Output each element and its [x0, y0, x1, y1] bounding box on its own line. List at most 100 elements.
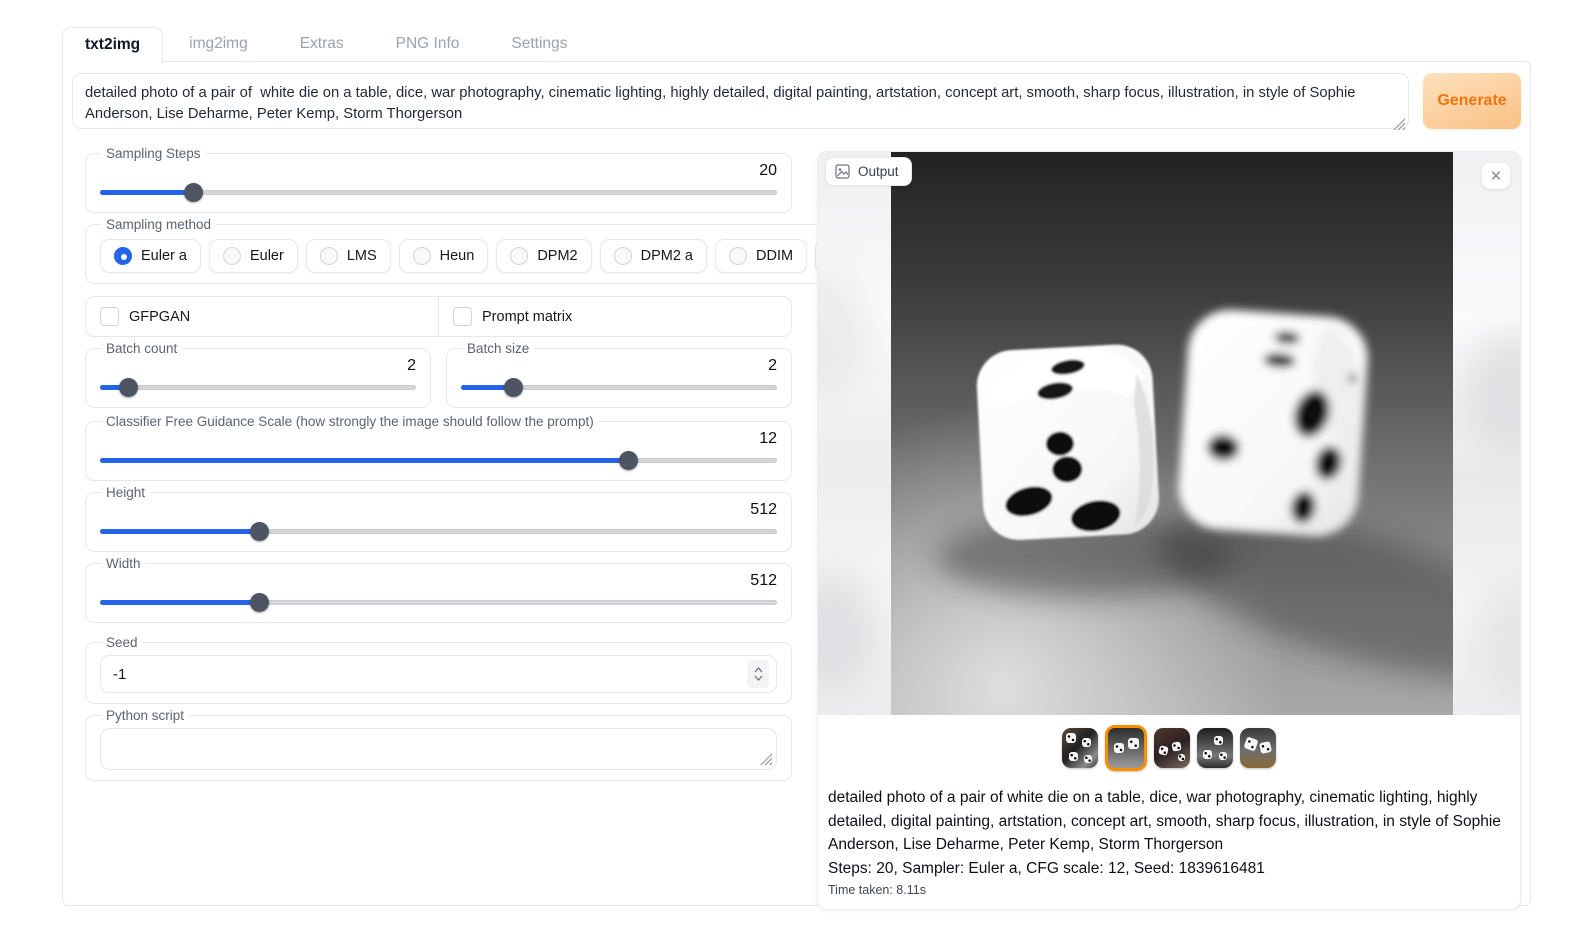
sampling-steps-slider[interactable] — [100, 182, 777, 202]
slider-thumb[interactable] — [504, 378, 523, 397]
seed-input[interactable]: -1 — [100, 655, 777, 693]
batch-size-group: Batch size 2 — [446, 341, 792, 408]
thumbnail-strip — [818, 723, 1520, 773]
resize-handle-icon[interactable] — [760, 753, 772, 765]
gfpgan-label: GFPGAN — [129, 309, 190, 325]
width-value: 512 — [100, 571, 777, 591]
prompt-input[interactable]: detailed photo of a pair of white die on… — [72, 73, 1409, 129]
radio-label: DPM2 a — [641, 248, 693, 264]
sampling-method-options: Euler a Euler LMS Heun — [100, 239, 910, 273]
prompt-matrix-label: Prompt matrix — [482, 309, 572, 325]
width-group: Width 512 — [85, 556, 792, 623]
tab-img2img[interactable]: img2img — [163, 27, 274, 61]
radio-label: LMS — [347, 248, 377, 264]
radio-label: DDIM — [756, 248, 793, 264]
height-value: 512 — [100, 500, 777, 520]
radio-circle-icon — [114, 247, 132, 265]
chevron-down-icon — [754, 675, 763, 681]
batch-count-label: Batch count — [101, 341, 182, 356]
seed-group: Seed -1 — [85, 635, 792, 704]
gallery-thumbnail-5[interactable] — [1240, 728, 1276, 768]
prompt-matrix-checkbox[interactable] — [453, 307, 472, 326]
prompt-box: detailed photo of a pair of white die on… — [72, 73, 1409, 134]
caption-text: detailed photo of a pair of white die on… — [828, 786, 1510, 857]
slider-fill — [100, 529, 259, 534]
radio-euler[interactable]: Euler — [209, 239, 298, 273]
generated-image[interactable] — [891, 152, 1453, 715]
radio-label: DPM2 — [537, 248, 577, 264]
seed-value: -1 — [113, 666, 126, 683]
image-icon — [835, 164, 850, 179]
tab-png-info[interactable]: PNG Info — [370, 27, 486, 61]
time-taken: Time taken: 8.11s — [828, 883, 1510, 897]
settings-column: Sampling Steps 20 Sampling method Euler … — [85, 146, 792, 785]
radio-euler-a[interactable]: Euler a — [100, 239, 201, 273]
output-card: Output ✕ — [817, 151, 1521, 910]
gallery-left-padding — [818, 152, 891, 715]
tab-extras[interactable]: Extras — [274, 27, 370, 61]
width-slider[interactable] — [100, 592, 777, 612]
gfpgan-checkbox-row[interactable]: GFPGAN — [86, 297, 438, 336]
chevron-up-icon — [754, 667, 763, 673]
slider-thumb[interactable] — [119, 378, 138, 397]
sd-webui-app: txt2img img2img Extras PNG Info Settings… — [62, 25, 1531, 906]
gallery-thumbnail-1[interactable] — [1062, 728, 1098, 768]
prompt-matrix-checkbox-row[interactable]: Prompt matrix — [438, 297, 791, 336]
python-script-label: Python script — [101, 708, 189, 723]
gallery-thumbnail-4[interactable] — [1197, 728, 1233, 768]
radio-label: Euler — [250, 248, 284, 264]
height-slider[interactable] — [100, 521, 777, 541]
python-script-input[interactable] — [100, 728, 777, 770]
gallery-right-padding — [1448, 152, 1520, 715]
batch-size-slider[interactable] — [461, 377, 777, 397]
batch-size-value: 2 — [461, 356, 777, 376]
prompt-row: detailed photo of a pair of white die on… — [72, 73, 1521, 134]
height-group: Height 512 — [85, 485, 792, 552]
generation-details: detailed photo of a pair of white die on… — [818, 773, 1520, 897]
slider-fill — [100, 600, 259, 605]
output-chip: Output — [825, 157, 912, 186]
gallery-thumbnail-3[interactable] — [1154, 728, 1190, 768]
radio-dpm2[interactable]: DPM2 — [496, 239, 591, 273]
cfg-scale-value: 12 — [100, 429, 777, 449]
radio-label: Heun — [440, 248, 475, 264]
generate-button[interactable]: Generate — [1423, 73, 1521, 129]
gallery-thumbnail-2-selected[interactable] — [1105, 725, 1147, 771]
radio-circle-icon — [614, 247, 632, 265]
batch-count-group: Batch count 2 — [85, 341, 431, 408]
slider-thumb[interactable] — [619, 451, 638, 470]
radio-lms[interactable]: LMS — [306, 239, 391, 273]
slider-thumb[interactable] — [250, 522, 269, 541]
slider-thumb[interactable] — [250, 593, 269, 612]
output-chip-label: Output — [858, 164, 899, 179]
width-label: Width — [101, 556, 146, 571]
gfpgan-checkbox[interactable] — [100, 307, 119, 326]
output-gallery: Output ✕ — [818, 152, 1520, 715]
python-script-group: Python script — [85, 708, 792, 781]
tab-settings[interactable]: Settings — [485, 27, 593, 61]
radio-ddim[interactable]: DDIM — [715, 239, 807, 273]
sampling-steps-group: Sampling Steps 20 — [85, 146, 792, 213]
batch-count-slider[interactable] — [100, 377, 416, 397]
slider-fill — [100, 458, 628, 463]
close-icon[interactable]: ✕ — [1482, 163, 1510, 189]
radio-dpm2-a[interactable]: DPM2 a — [600, 239, 707, 273]
sampling-steps-value: 20 — [100, 161, 777, 181]
cfg-scale-group: Classifier Free Guidance Scale (how stro… — [85, 414, 792, 481]
sampling-method-group: Sampling method Euler a Euler LMS — [85, 217, 925, 284]
height-label: Height — [101, 485, 150, 500]
seed-stepper[interactable] — [747, 660, 769, 688]
cfg-scale-slider[interactable] — [100, 450, 777, 470]
batch-count-value: 2 — [100, 356, 416, 376]
radio-heun[interactable]: Heun — [399, 239, 489, 273]
sampling-method-label: Sampling method — [101, 217, 216, 232]
radio-circle-icon — [223, 247, 241, 265]
slider-track — [100, 385, 416, 390]
radio-circle-icon — [320, 247, 338, 265]
tab-txt2img[interactable]: txt2img — [62, 27, 163, 62]
batch-row: Batch count 2 Batch size 2 — [85, 341, 792, 412]
slider-thumb[interactable] — [184, 183, 203, 202]
radio-circle-icon — [510, 247, 528, 265]
batch-size-label: Batch size — [462, 341, 534, 356]
cfg-scale-label: Classifier Free Guidance Scale (how stro… — [101, 414, 599, 429]
